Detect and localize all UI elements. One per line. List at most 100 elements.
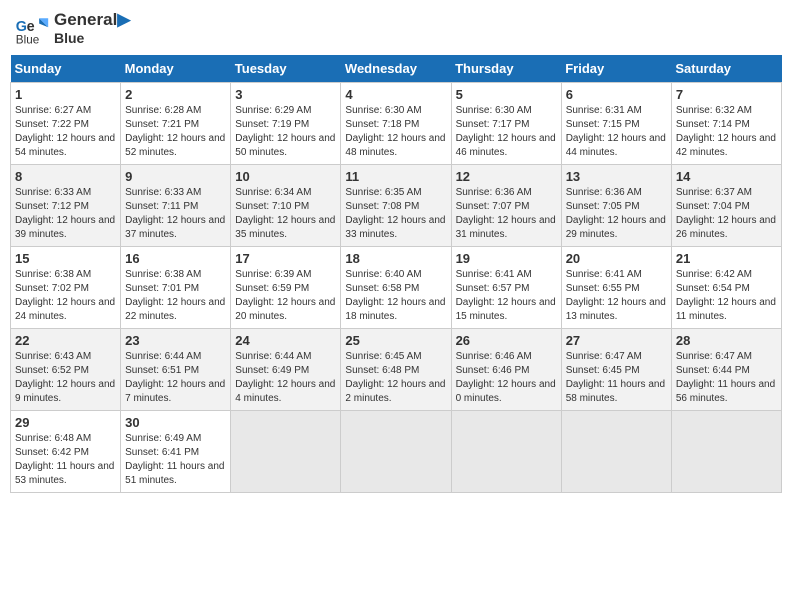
sunset: Sunset: 6:58 PM	[345, 282, 446, 296]
sunrise: Sunrise: 6:41 AM	[456, 268, 557, 282]
calendar-cell: 28 Sunrise: 6:47 AM Sunset: 6:44 PM Dayl…	[671, 329, 781, 411]
sunset: Sunset: 6:51 PM	[125, 364, 226, 378]
day-number: 30	[125, 415, 226, 430]
day-info: Sunrise: 6:27 AM Sunset: 7:22 PM Dayligh…	[15, 104, 116, 160]
calendar-cell: 19 Sunrise: 6:41 AM Sunset: 6:57 PM Dayl…	[451, 247, 561, 329]
calendar-cell	[671, 411, 781, 493]
sunrise: Sunrise: 6:37 AM	[676, 186, 777, 200]
day-info: Sunrise: 6:33 AM Sunset: 7:12 PM Dayligh…	[15, 186, 116, 242]
calendar-day-header: Friday	[561, 55, 671, 83]
daylight: Daylight: 12 hours and 52 minutes.	[125, 132, 226, 160]
sunset: Sunset: 7:19 PM	[235, 118, 336, 132]
daylight: Daylight: 12 hours and 26 minutes.	[676, 214, 777, 242]
sunset: Sunset: 6:48 PM	[345, 364, 446, 378]
calendar-cell	[341, 411, 451, 493]
daylight: Daylight: 12 hours and 35 minutes.	[235, 214, 336, 242]
sunrise: Sunrise: 6:47 AM	[566, 350, 667, 364]
sunset: Sunset: 6:42 PM	[15, 446, 116, 460]
sunset: Sunset: 6:54 PM	[676, 282, 777, 296]
daylight: Daylight: 12 hours and 54 minutes.	[15, 132, 116, 160]
calendar-week-row: 8 Sunrise: 6:33 AM Sunset: 7:12 PM Dayli…	[11, 165, 782, 247]
calendar-header-row: SundayMondayTuesdayWednesdayThursdayFrid…	[11, 55, 782, 83]
calendar-cell: 29 Sunrise: 6:48 AM Sunset: 6:42 PM Dayl…	[11, 411, 121, 493]
calendar-week-row: 15 Sunrise: 6:38 AM Sunset: 7:02 PM Dayl…	[11, 247, 782, 329]
sunrise: Sunrise: 6:49 AM	[125, 432, 226, 446]
calendar-day-header: Thursday	[451, 55, 561, 83]
logo-text: General▶ Blue	[54, 10, 130, 47]
day-number: 23	[125, 333, 226, 348]
daylight: Daylight: 12 hours and 33 minutes.	[345, 214, 446, 242]
day-info: Sunrise: 6:38 AM Sunset: 7:01 PM Dayligh…	[125, 268, 226, 324]
day-info: Sunrise: 6:37 AM Sunset: 7:04 PM Dayligh…	[676, 186, 777, 242]
sunrise: Sunrise: 6:44 AM	[235, 350, 336, 364]
logo-icon: G e Blue	[14, 11, 50, 47]
sunrise: Sunrise: 6:29 AM	[235, 104, 336, 118]
calendar-cell: 11 Sunrise: 6:35 AM Sunset: 7:08 PM Dayl…	[341, 165, 451, 247]
sunset: Sunset: 7:15 PM	[566, 118, 667, 132]
sunset: Sunset: 7:17 PM	[456, 118, 557, 132]
day-number: 18	[345, 251, 446, 266]
daylight: Daylight: 12 hours and 9 minutes.	[15, 378, 116, 406]
day-info: Sunrise: 6:28 AM Sunset: 7:21 PM Dayligh…	[125, 104, 226, 160]
calendar-cell	[231, 411, 341, 493]
sunset: Sunset: 7:14 PM	[676, 118, 777, 132]
day-info: Sunrise: 6:34 AM Sunset: 7:10 PM Dayligh…	[235, 186, 336, 242]
day-number: 29	[15, 415, 116, 430]
day-number: 19	[456, 251, 557, 266]
daylight: Daylight: 12 hours and 24 minutes.	[15, 296, 116, 324]
day-number: 28	[676, 333, 777, 348]
calendar-cell: 30 Sunrise: 6:49 AM Sunset: 6:41 PM Dayl…	[121, 411, 231, 493]
sunrise: Sunrise: 6:30 AM	[345, 104, 446, 118]
calendar-cell: 1 Sunrise: 6:27 AM Sunset: 7:22 PM Dayli…	[11, 83, 121, 165]
calendar-body: 1 Sunrise: 6:27 AM Sunset: 7:22 PM Dayli…	[11, 83, 782, 493]
daylight: Daylight: 12 hours and 39 minutes.	[15, 214, 116, 242]
day-info: Sunrise: 6:44 AM Sunset: 6:49 PM Dayligh…	[235, 350, 336, 406]
day-info: Sunrise: 6:33 AM Sunset: 7:11 PM Dayligh…	[125, 186, 226, 242]
daylight: Daylight: 12 hours and 29 minutes.	[566, 214, 667, 242]
sunrise: Sunrise: 6:38 AM	[125, 268, 226, 282]
sunset: Sunset: 6:57 PM	[456, 282, 557, 296]
sunset: Sunset: 7:01 PM	[125, 282, 226, 296]
sunrise: Sunrise: 6:40 AM	[345, 268, 446, 282]
sunset: Sunset: 7:18 PM	[345, 118, 446, 132]
day-number: 3	[235, 87, 336, 102]
day-info: Sunrise: 6:32 AM Sunset: 7:14 PM Dayligh…	[676, 104, 777, 160]
sunrise: Sunrise: 6:41 AM	[566, 268, 667, 282]
day-number: 6	[566, 87, 667, 102]
day-number: 21	[676, 251, 777, 266]
calendar-cell: 24 Sunrise: 6:44 AM Sunset: 6:49 PM Dayl…	[231, 329, 341, 411]
sunset: Sunset: 6:44 PM	[676, 364, 777, 378]
day-number: 17	[235, 251, 336, 266]
day-number: 13	[566, 169, 667, 184]
day-info: Sunrise: 6:36 AM Sunset: 7:05 PM Dayligh…	[566, 186, 667, 242]
calendar-cell: 10 Sunrise: 6:34 AM Sunset: 7:10 PM Dayl…	[231, 165, 341, 247]
svg-text:e: e	[27, 18, 35, 34]
sunrise: Sunrise: 6:32 AM	[676, 104, 777, 118]
day-info: Sunrise: 6:48 AM Sunset: 6:42 PM Dayligh…	[15, 432, 116, 488]
sunset: Sunset: 7:11 PM	[125, 200, 226, 214]
calendar-day-header: Sunday	[11, 55, 121, 83]
sunset: Sunset: 7:10 PM	[235, 200, 336, 214]
calendar-week-row: 1 Sunrise: 6:27 AM Sunset: 7:22 PM Dayli…	[11, 83, 782, 165]
calendar-cell: 6 Sunrise: 6:31 AM Sunset: 7:15 PM Dayli…	[561, 83, 671, 165]
sunrise: Sunrise: 6:45 AM	[345, 350, 446, 364]
day-info: Sunrise: 6:44 AM Sunset: 6:51 PM Dayligh…	[125, 350, 226, 406]
day-info: Sunrise: 6:43 AM Sunset: 6:52 PM Dayligh…	[15, 350, 116, 406]
sunset: Sunset: 6:49 PM	[235, 364, 336, 378]
sunset: Sunset: 6:46 PM	[456, 364, 557, 378]
daylight: Daylight: 12 hours and 15 minutes.	[456, 296, 557, 324]
day-number: 25	[345, 333, 446, 348]
calendar-cell: 25 Sunrise: 6:45 AM Sunset: 6:48 PM Dayl…	[341, 329, 451, 411]
calendar-table: SundayMondayTuesdayWednesdayThursdayFrid…	[10, 55, 782, 493]
sunrise: Sunrise: 6:46 AM	[456, 350, 557, 364]
day-number: 27	[566, 333, 667, 348]
calendar-cell: 20 Sunrise: 6:41 AM Sunset: 6:55 PM Dayl…	[561, 247, 671, 329]
sunset: Sunset: 7:21 PM	[125, 118, 226, 132]
calendar-week-row: 29 Sunrise: 6:48 AM Sunset: 6:42 PM Dayl…	[11, 411, 782, 493]
daylight: Daylight: 11 hours and 53 minutes.	[15, 460, 116, 488]
daylight: Daylight: 12 hours and 48 minutes.	[345, 132, 446, 160]
sunset: Sunset: 6:52 PM	[15, 364, 116, 378]
sunrise: Sunrise: 6:47 AM	[676, 350, 777, 364]
day-info: Sunrise: 6:49 AM Sunset: 6:41 PM Dayligh…	[125, 432, 226, 488]
sunset: Sunset: 6:41 PM	[125, 446, 226, 460]
